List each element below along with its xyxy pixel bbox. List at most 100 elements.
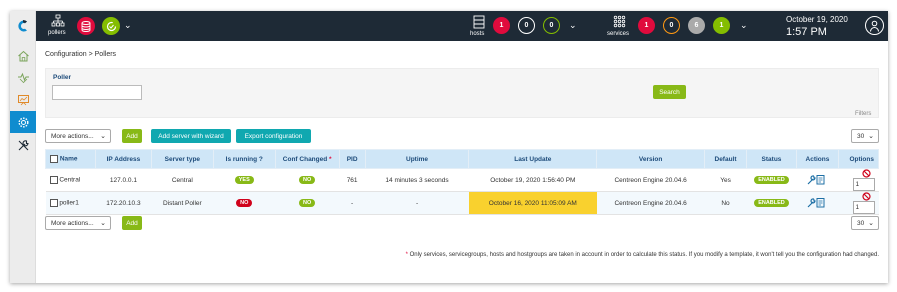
table-header-row: Name IP Address Server type Is running ?… <box>45 149 880 169</box>
breadcrumb-separator: > <box>88 51 93 58</box>
top-bar: pollers ⌄ hosts 1 0 0 ⌄ services 1 0 6 1… <box>36 11 888 41</box>
services-unknown-count[interactable]: 6 <box>688 17 705 34</box>
hosts-up-count[interactable]: 0 <box>543 17 560 34</box>
header-ip: IP Address <box>94 149 152 169</box>
configuration-gear-icon[interactable] <box>10 111 36 133</box>
add-server-wizard-button[interactable]: Add server with wizard <box>151 129 231 143</box>
row-uptime: - <box>365 191 469 215</box>
services-critical-count[interactable]: 1 <box>638 17 655 34</box>
row-is-running: YES <box>213 168 276 192</box>
poller-name-link[interactable]: Central <box>59 177 80 184</box>
header-default: Default <box>704 149 747 169</box>
status-footnote: * Only services, servicegroups, hosts an… <box>406 252 879 258</box>
pollers-table: Name IP Address Server type Is running ?… <box>45 149 880 215</box>
chevron-down-icon[interactable]: ⌄ <box>124 20 132 31</box>
header-last-update: Last Update <box>468 149 598 169</box>
hosts-menu[interactable]: hosts <box>469 14 489 40</box>
services-chevron-down-icon[interactable]: ⌄ <box>740 20 748 31</box>
row-conf-changed: NO <box>275 191 340 215</box>
breadcrumb: Configuration > Pollers <box>45 51 116 58</box>
bottom-more-actions-select[interactable]: More actions... ⌄ <box>45 216 111 230</box>
header-actions: Actions <box>795 149 839 169</box>
services-warning-count[interactable]: 0 <box>663 17 680 34</box>
row-pid: - <box>339 191 366 215</box>
conf-changed-badge: NO <box>299 199 316 207</box>
search-button[interactable]: Search <box>653 85 686 99</box>
row-ip: 127.0.0.1 <box>95 168 152 192</box>
hosts-server-icon <box>473 15 485 29</box>
poller-name-link[interactable]: poller1 <box>59 200 79 207</box>
row-server-type: Distant Poller <box>151 191 214 215</box>
hosts-label: hosts <box>470 31 485 37</box>
reporting-icon[interactable] <box>10 89 36 111</box>
filters-toggle[interactable]: Filters <box>855 111 871 117</box>
services-label: services <box>607 31 630 37</box>
breadcrumb-configuration[interactable]: Configuration <box>45 51 87 58</box>
pollers-menu[interactable]: pollers <box>46 14 70 38</box>
row-checkbox[interactable] <box>49 199 58 207</box>
monitoring-icon[interactable] <box>10 67 36 89</box>
wrench-edit-icon[interactable] <box>807 197 827 208</box>
database-icon[interactable] <box>77 17 95 35</box>
row-checkbox[interactable] <box>49 176 58 184</box>
current-date: October 19, 2020 <box>786 15 848 24</box>
disable-icon[interactable] <box>861 192 871 201</box>
row-server-type: Central <box>151 168 214 192</box>
page-size-value: 30 <box>857 132 865 140</box>
hosts-chevron-down-icon[interactable]: ⌄ <box>569 20 577 31</box>
row-options: 1 <box>838 191 879 215</box>
services-menu[interactable]: services <box>606 14 632 40</box>
more-actions-value: More actions... <box>51 132 94 140</box>
hosts-down-count[interactable]: 1 <box>493 17 510 34</box>
chevron-down-icon: ⌄ <box>100 220 106 227</box>
bottom-page-size-select[interactable]: 30 ⌄ <box>851 216 879 230</box>
services-grid-icon <box>613 15 626 28</box>
duplicate-count-input[interactable]: 1 <box>852 201 875 214</box>
more-actions-select[interactable]: More actions... ⌄ <box>45 129 111 143</box>
user-profile-icon[interactable] <box>865 16 884 35</box>
row-name-cell: poller1 <box>45 191 96 215</box>
home-icon[interactable] <box>10 45 36 67</box>
header-pid: PID <box>338 149 366 169</box>
bottom-add-button[interactable]: Add <box>122 216 142 230</box>
footnote-text: Only services, servicegroups, hosts and … <box>407 252 879 258</box>
left-sidebar <box>10 11 36 283</box>
header-name-label: Name <box>59 155 78 163</box>
row-status: ENABLED <box>746 191 797 215</box>
row-version: Centreon Engine 20.04.6 <box>596 168 705 192</box>
administration-tools-icon[interactable] <box>10 134 36 156</box>
row-name-cell: Central <box>45 168 96 192</box>
filter-panel: Poller Search <box>45 68 879 118</box>
main-content: Configuration > Pollers Poller Search Fi… <box>36 41 888 283</box>
poller-filter-input[interactable] <box>52 85 142 100</box>
bottom-more-actions-value: More actions... <box>51 219 94 227</box>
breadcrumb-pollers[interactable]: Pollers <box>95 51 116 58</box>
chevron-down-icon: ⌄ <box>868 133 874 140</box>
hosts-unreachable-count[interactable]: 0 <box>518 17 535 34</box>
select-all-checkbox[interactable] <box>50 155 58 163</box>
status-badge: ENABLED <box>754 176 789 184</box>
row-pid: 761 <box>339 168 366 192</box>
bottom-page-size-value: 30 <box>857 219 865 227</box>
header-name[interactable]: Name <box>45 149 96 169</box>
row-default: Yes <box>704 168 747 192</box>
add-button[interactable]: Add <box>122 129 142 143</box>
export-configuration-button[interactable]: Export configuration <box>236 129 311 143</box>
services-ok-count[interactable]: 1 <box>713 17 730 34</box>
row-ip: 172.20.10.3 <box>95 191 152 215</box>
status-badge: ENABLED <box>754 199 789 207</box>
row-actions <box>796 168 839 192</box>
conf-changed-badge: NO <box>299 176 316 184</box>
conf-changed-star: * <box>329 155 332 163</box>
wrench-edit-icon[interactable] <box>807 174 827 185</box>
page-size-select[interactable]: 30 ⌄ <box>851 129 879 143</box>
centreon-logo-icon[interactable] <box>10 11 36 41</box>
header-is-running: Is running ? <box>212 149 276 169</box>
running-badge: YES <box>234 176 254 184</box>
chevron-down-icon: ⌄ <box>100 133 106 140</box>
status-ok-icon[interactable] <box>102 17 120 35</box>
poller-filter-label: Poller <box>53 74 72 81</box>
disable-icon[interactable] <box>861 169 871 178</box>
table-row: poller1 172.20.10.3 Distant Poller NO NO… <box>45 191 879 215</box>
duplicate-count-input[interactable]: 1 <box>852 178 875 191</box>
